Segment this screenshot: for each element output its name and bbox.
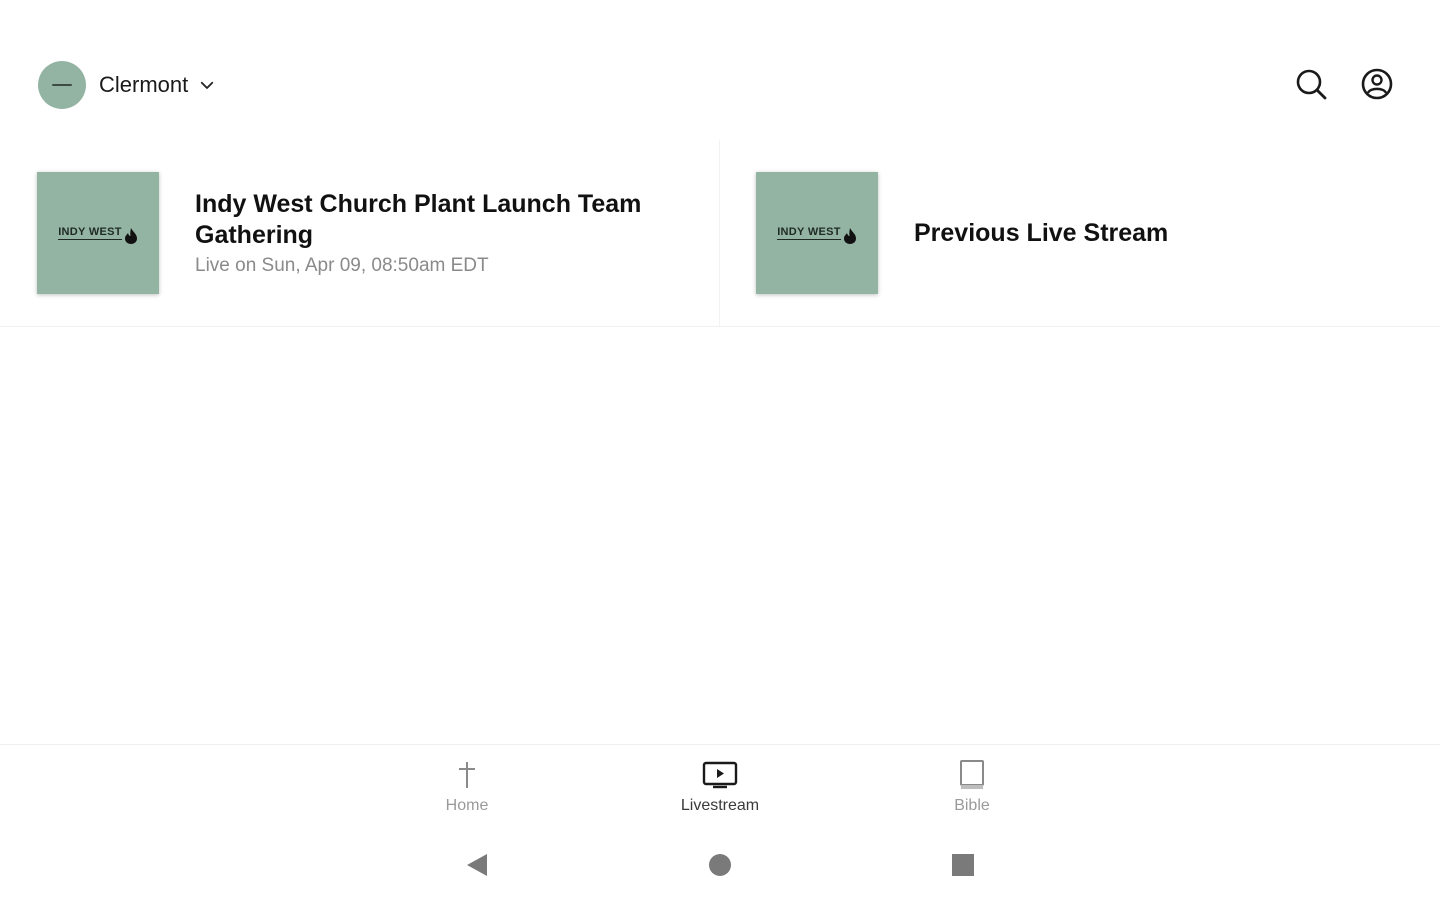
livestream-thumbnail: INDY WEST [756, 172, 878, 294]
indy-west-logo: INDY WEST [777, 222, 857, 244]
livestream-title: Indy West Church Plant Launch Team Gathe… [195, 190, 642, 249]
system-back-button[interactable] [462, 850, 492, 880]
search-button[interactable] [1291, 64, 1331, 104]
square-recents-icon [952, 854, 974, 876]
livestream-thumbnail: INDY WEST [37, 172, 159, 294]
livestream-card-upcoming[interactable]: INDY WEST Indy West Church Plant Launch … [0, 140, 720, 326]
nav-tab-bible[interactable]: Bible [902, 745, 1042, 835]
livestream-list: INDY WEST Indy West Church Plant Launch … [0, 140, 1440, 327]
campus-avatar [38, 61, 86, 109]
app-root: Clermont INDY WEST Indy West Church Plan… [0, 0, 1440, 900]
chevron-down-icon [201, 81, 214, 89]
campus-switcher[interactable]: Clermont [38, 60, 216, 110]
system-home-button[interactable] [705, 850, 735, 880]
nav-tab-home[interactable]: Home [397, 745, 537, 835]
indy-west-logo: INDY WEST [58, 222, 138, 244]
account-circle-icon [1361, 68, 1393, 100]
nav-label-home: Home [445, 797, 489, 814]
profile-button[interactable] [1357, 64, 1397, 104]
livestream-title: Previous Live Stream [914, 218, 1169, 247]
system-recents-button[interactable] [948, 850, 978, 880]
circle-home-icon [709, 854, 731, 876]
campus-name: Clermont [99, 72, 189, 97]
campus-logo-mark [52, 84, 72, 86]
card-text: Indy West Church Plant Launch Team Gathe… [195, 189, 675, 277]
flame-icon [124, 228, 137, 244]
triangle-back-icon [467, 854, 487, 876]
logo-text: INDY WEST [777, 226, 841, 240]
nav-label-livestream: Livestream [680, 797, 760, 814]
nav-tab-livestream[interactable]: Livestream [650, 745, 790, 835]
book-icon [952, 757, 992, 793]
header: Clermont [0, 0, 1440, 140]
tv-play-icon [700, 757, 740, 793]
cross-icon [447, 757, 487, 793]
search-icon [1296, 69, 1327, 100]
nav-label-bible: Bible [954, 797, 990, 814]
card-text: Previous Live Stream [914, 218, 1168, 249]
system-navigation-bar [0, 840, 1440, 890]
flame-icon [843, 228, 856, 244]
livestream-schedule: Live on Sun, Apr 09, 08:50am EDT [195, 255, 489, 276]
bottom-navigation: Home Livestream Bible [0, 744, 1440, 835]
logo-text: INDY WEST [58, 226, 122, 240]
livestream-card-previous[interactable]: INDY WEST Previous Live Stream [720, 140, 1440, 326]
